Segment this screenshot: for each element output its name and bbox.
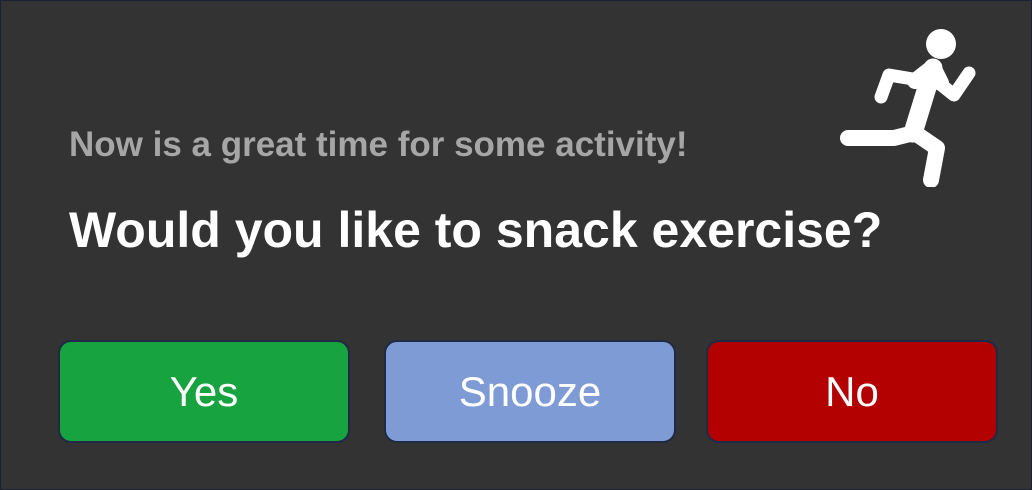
yes-button-label: Yes [169, 367, 239, 415]
snooze-button-label: Snooze [458, 367, 602, 415]
yes-button[interactable]: Yes [58, 340, 350, 443]
activity-prompt-dialog: Now is a great time for some activity! W… [0, 0, 1032, 490]
activity-subtitle: Now is a great time for some activity! [69, 125, 688, 164]
no-button[interactable]: No [706, 340, 998, 443]
running-person-icon [840, 29, 976, 187]
exercise-question: Would you like to snack exercise? [69, 202, 883, 258]
no-button-label: No [825, 367, 879, 415]
snooze-button[interactable]: Snooze [384, 340, 676, 443]
